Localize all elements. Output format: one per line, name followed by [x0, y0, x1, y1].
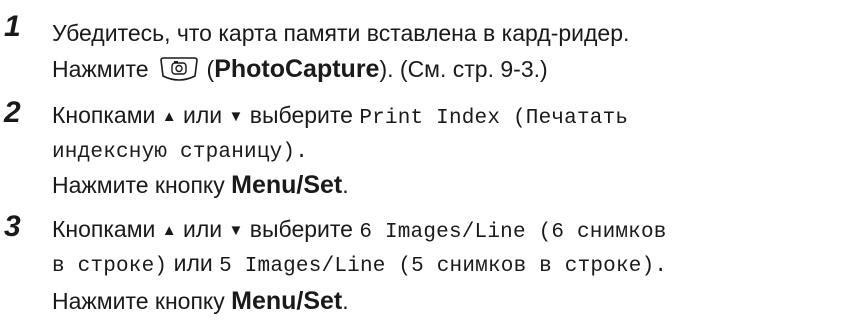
down-arrow-icon: ▼ — [228, 108, 244, 125]
step-3-line-2: в строке) или 5 Images/Line (5 снимков в… — [52, 250, 667, 280]
up-arrow-icon: ▲ — [161, 108, 177, 125]
step-text: Кнопками — [52, 216, 156, 242]
step-text: ). (См. стр. 9-3.) — [379, 56, 548, 82]
menu-option-text: 6 Images/Line (6 снимков — [359, 221, 667, 244]
step-2-line-3: Нажмите кнопку Menu/Set. — [52, 172, 349, 198]
step-text: Нажмите кнопку — [52, 172, 225, 198]
step-2-line-1: Кнопками ▲ или ▼ выберите Print Index (П… — [52, 102, 628, 132]
menu-option-text: в строке) — [52, 255, 168, 278]
step-text: Кнопками — [52, 102, 156, 128]
step-text: выберите — [249, 102, 353, 128]
step-text: или — [183, 216, 223, 242]
photocapture-key-icon — [159, 56, 199, 82]
step-3-line-3: Нажмите кнопку Menu/Set. — [52, 288, 349, 314]
step-1-line-1: Убедитесь, что карта памяти вставлена в … — [52, 20, 629, 46]
step-number: 3 — [4, 210, 21, 243]
menu-option-text: индексную страницу). — [52, 141, 309, 164]
step-text: Нажмите — [52, 56, 149, 82]
step-text: Убедитесь, что карта памяти вставлена в … — [52, 20, 630, 46]
step-text: . — [342, 288, 349, 314]
step-number: 2 — [4, 96, 21, 129]
up-arrow-icon: ▲ — [161, 222, 177, 239]
step-number: 1 — [4, 10, 21, 43]
step-text: или — [183, 102, 223, 128]
menu-option-text: Print Index (Печатать — [359, 107, 629, 130]
menu-set-label: Menu/Set — [231, 171, 343, 199]
step-text: или — [173, 250, 213, 276]
step-1-line-2: Нажмите (PhotoCapture). (См. стр. 9-3.) — [52, 56, 548, 84]
menu-set-label: Menu/Set — [231, 287, 343, 315]
step-3-line-1: Кнопками ▲ или ▼ выберите 6 Images/Line … — [52, 216, 667, 246]
step-text: выберите — [249, 216, 353, 242]
step-text: . — [342, 172, 349, 198]
step-2-line-2: индексную страницу). — [52, 136, 308, 166]
step-text: Нажмите кнопку — [52, 288, 225, 314]
photocapture-label: PhotoCapture — [214, 55, 380, 83]
down-arrow-icon: ▼ — [228, 222, 244, 239]
menu-option-text: 5 Images/Line (5 снимков в строке). — [219, 255, 668, 278]
